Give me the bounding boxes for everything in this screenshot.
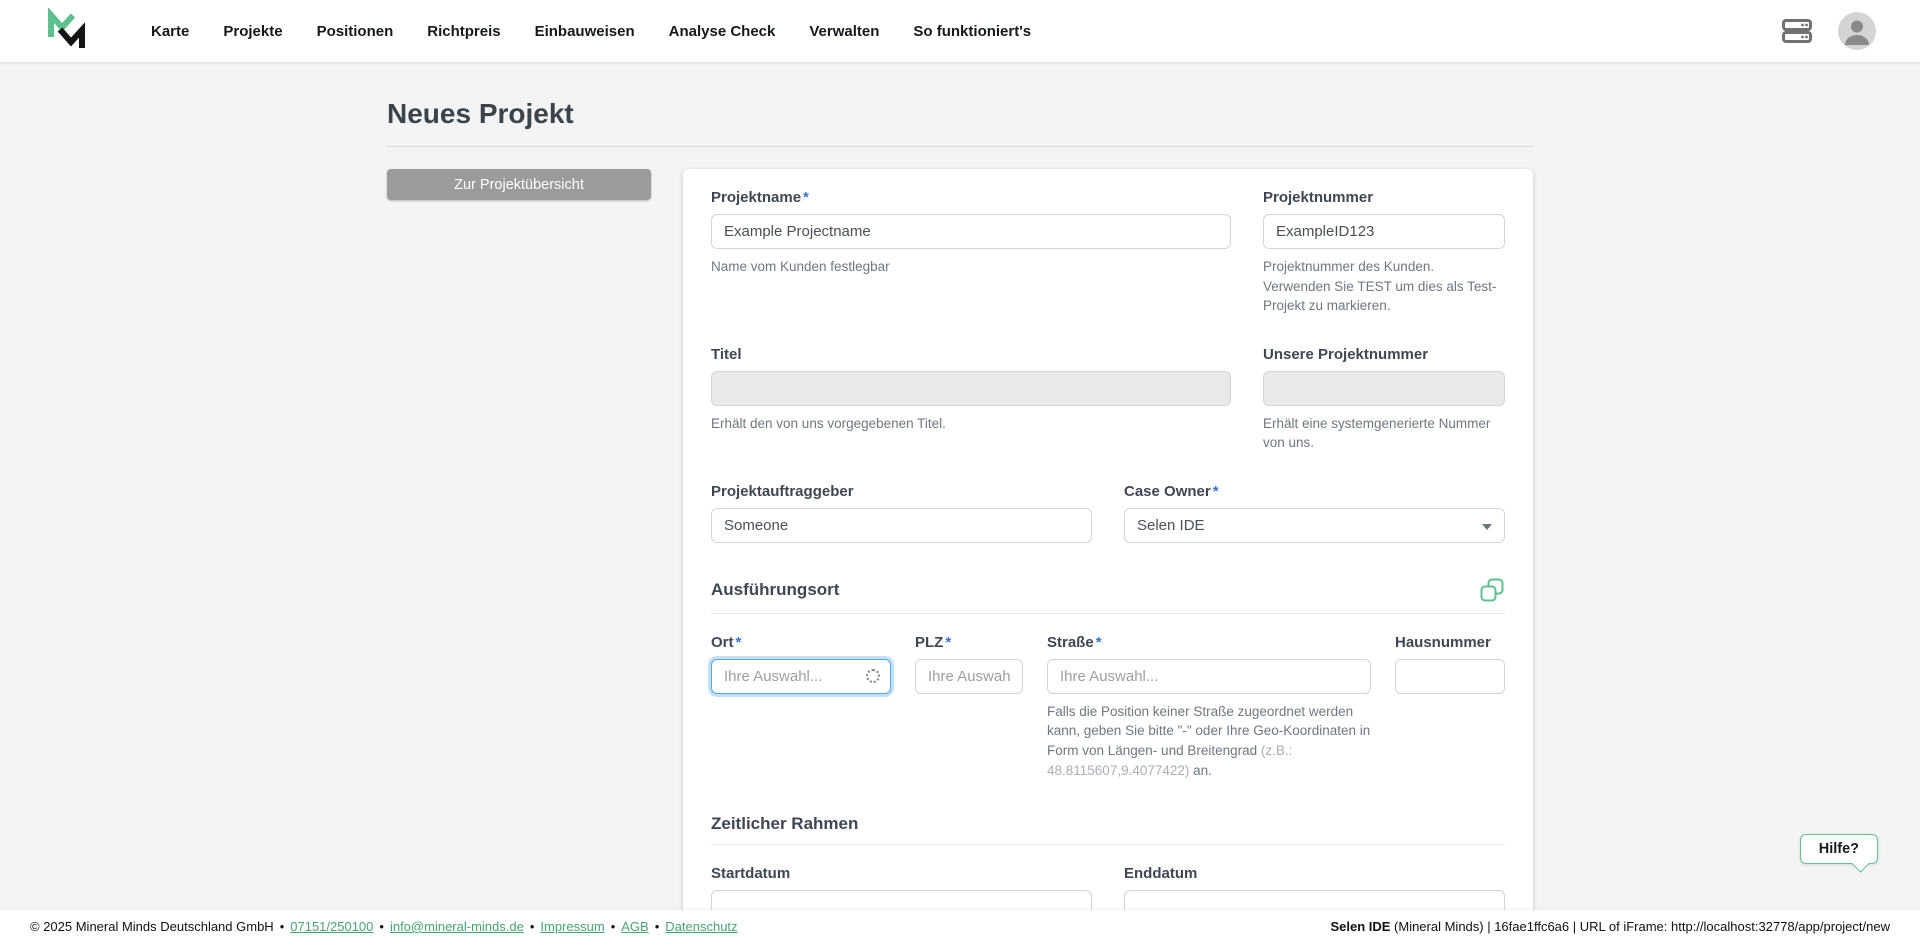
field-projektauftraggeber: Projektauftraggeber (711, 483, 1092, 543)
section-divider (711, 844, 1505, 845)
main-nav: Karte Projekte Positionen Richtpreis Ein… (138, 15, 1044, 48)
nav-item-projekte[interactable]: Projekte (210, 15, 295, 48)
left-column: Zur Projektübersicht (387, 169, 651, 200)
projektname-helper: Name vom Kunden festlegbar (711, 257, 1231, 277)
required-asterisk: * (1096, 634, 1102, 651)
field-strasse: Straße* Falls die Position keiner Straße… (1047, 634, 1371, 780)
field-case-owner: Case Owner* Selen IDE (1124, 483, 1505, 543)
server-icon[interactable] (1782, 19, 1812, 43)
footer: © 2025 Mineral Minds Deutschland GmbH • … (0, 910, 1920, 943)
footer-link-agb[interactable]: AGB (621, 919, 648, 934)
mineral-minds-logo[interactable] (44, 8, 90, 54)
required-asterisk: * (1213, 483, 1219, 500)
strasse-label: Straße* (1047, 634, 1371, 651)
hausnummer-input[interactable] (1395, 659, 1505, 694)
field-plz: PLZ* (915, 634, 1023, 780)
loading-spinner-icon (866, 669, 880, 683)
projektauftraggeber-input[interactable] (711, 508, 1092, 543)
footer-separator: • (379, 919, 384, 934)
copy-icon[interactable] (1479, 577, 1505, 603)
required-asterisk: * (803, 189, 809, 206)
projektauftraggeber-label: Projektauftraggeber (711, 483, 1092, 500)
plz-label: PLZ* (915, 634, 1023, 651)
footer-separator: • (280, 919, 285, 934)
startdatum-label: Startdatum (711, 865, 1092, 882)
titel-input (711, 371, 1231, 406)
footer-link-email[interactable]: info@mineral-minds.de (390, 919, 524, 934)
projektnummer-helper: Projektnummer des Kunden. Verwenden Sie … (1263, 257, 1505, 316)
required-asterisk: * (945, 634, 951, 651)
nav-item-verwalten[interactable]: Verwalten (796, 15, 892, 48)
field-ort: Ort* (711, 634, 891, 780)
unsere-projektnummer-label: Unsere Projektnummer (1263, 346, 1505, 363)
footer-separator: • (530, 919, 535, 934)
case-owner-label: Case Owner* (1124, 483, 1505, 500)
section-zeitlicher-rahmen-title: Zeitlicher Rahmen (711, 814, 858, 834)
top-navigation-bar: Karte Projekte Positionen Richtpreis Ein… (0, 0, 1920, 62)
help-button[interactable]: Hilfe? (1800, 834, 1878, 864)
strasse-helper: Falls die Position keiner Straße zugeord… (1047, 702, 1371, 780)
case-owner-value: Selen IDE (1137, 517, 1205, 534)
user-avatar[interactable] (1838, 12, 1876, 50)
new-project-form-card: Projektname* Name vom Kunden festlegbar … (683, 169, 1533, 943)
title-divider (387, 146, 1533, 147)
footer-link-impressum[interactable]: Impressum (540, 919, 604, 934)
field-projektname: Projektname* Name vom Kunden festlegbar (711, 189, 1231, 316)
page-title: Neues Projekt (387, 98, 1533, 130)
nav-item-positionen[interactable]: Positionen (304, 15, 407, 48)
topbar-right-icons (1782, 12, 1876, 50)
section-ausfuehrungsort-title: Ausführungsort (711, 580, 839, 600)
projektnummer-label: Projektnummer (1263, 189, 1505, 206)
footer-separator: • (611, 919, 616, 934)
unsere-projektnummer-input (1263, 371, 1505, 406)
unsere-projektnummer-helper: Erhält eine systemgenerierte Nummer von … (1263, 414, 1505, 453)
main-content: Neues Projekt Zur Projektübersicht Proje… (0, 62, 1920, 943)
nav-item-so-funktionierts[interactable]: So funktioniert's (900, 15, 1044, 48)
field-titel: Titel Erhält den von uns vorgegebenen Ti… (711, 346, 1231, 453)
ort-label: Ort* (711, 634, 891, 651)
ort-input[interactable] (711, 659, 891, 694)
field-projektnummer: Projektnummer Projektnummer des Kunden. … (1263, 189, 1505, 316)
footer-link-phone[interactable]: 07151/250100 (290, 919, 373, 934)
project-overview-button[interactable]: Zur Projektübersicht (387, 169, 651, 200)
required-asterisk: * (736, 634, 742, 651)
strasse-input[interactable] (1047, 659, 1371, 694)
hausnummer-label: Hausnummer (1395, 634, 1505, 651)
footer-link-datenschutz[interactable]: Datenschutz (665, 919, 737, 934)
section-divider (711, 613, 1505, 614)
nav-item-richtpreis[interactable]: Richtpreis (414, 15, 513, 48)
case-owner-select[interactable]: Selen IDE (1124, 508, 1505, 543)
titel-helper: Erhält den von uns vorgegebenen Titel. (711, 414, 1231, 434)
projektname-label: Projektname* (711, 189, 1231, 206)
enddatum-label: Enddatum (1124, 865, 1505, 882)
footer-separator: • (655, 919, 660, 934)
projektnummer-input[interactable] (1263, 214, 1505, 249)
projektname-input[interactable] (711, 214, 1231, 249)
chevron-down-icon (1482, 524, 1492, 530)
field-hausnummer: Hausnummer (1395, 634, 1505, 780)
nav-item-karte[interactable]: Karte (138, 15, 202, 48)
field-unsere-projektnummer: Unsere Projektnummer Erhält eine systemg… (1263, 346, 1505, 453)
footer-session-info: Selen IDE (Mineral Minds) | 16fae1ffc6a6… (1330, 919, 1890, 934)
nav-item-einbauweisen[interactable]: Einbauweisen (522, 15, 648, 48)
plz-input[interactable] (915, 659, 1023, 694)
footer-copyright: © 2025 Mineral Minds Deutschland GmbH (30, 919, 274, 934)
nav-item-analyse-check[interactable]: Analyse Check (656, 15, 789, 48)
titel-label: Titel (711, 346, 1231, 363)
